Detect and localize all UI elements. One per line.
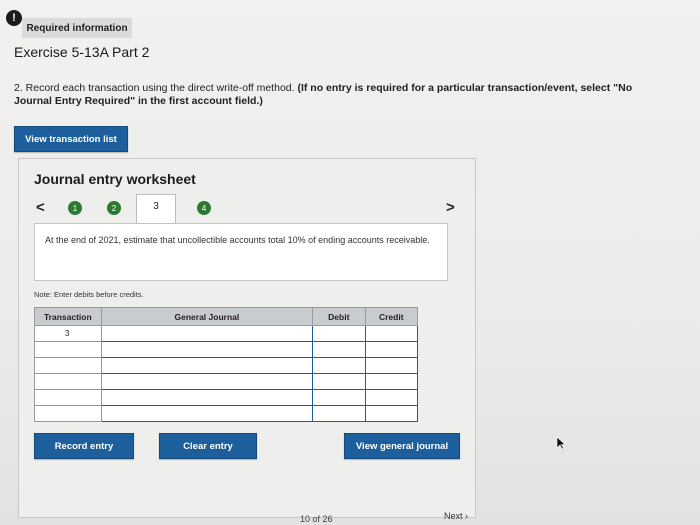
transaction-cell: 3 — [34, 325, 102, 342]
header-general-journal: General Journal — [100, 307, 314, 326]
debit-field[interactable] — [312, 341, 366, 358]
table-row — [34, 405, 418, 422]
table-row — [34, 341, 418, 358]
debit-field[interactable] — [312, 357, 366, 374]
next-button[interactable]: Next › — [444, 511, 468, 521]
transaction-description: At the end of 2021, estimate that uncoll… — [34, 223, 448, 281]
account-field[interactable] — [100, 357, 314, 374]
transaction-cell — [34, 341, 102, 358]
debit-field[interactable] — [312, 325, 366, 342]
account-field[interactable] — [100, 373, 314, 390]
header-debit: Debit — [312, 307, 366, 326]
credit-field[interactable] — [364, 373, 418, 390]
account-field[interactable] — [100, 341, 314, 358]
header-credit: Credit — [364, 307, 418, 326]
step-2-button[interactable]: 2 — [107, 201, 121, 215]
page-indicator: 10 of 26 — [300, 514, 333, 524]
required-information-tab[interactable]: Required information — [22, 18, 132, 38]
worksheet-title: Journal entry worksheet — [34, 171, 196, 187]
header-transaction: Transaction — [34, 307, 102, 326]
instructions-text: 2. Record each transaction using the dir… — [14, 82, 654, 108]
transaction-cell — [34, 373, 102, 390]
debit-field[interactable] — [312, 373, 366, 390]
table-row — [34, 373, 418, 390]
transaction-cell — [34, 405, 102, 422]
step-1-button[interactable]: 1 — [68, 201, 82, 215]
record-entry-button[interactable]: Record entry — [34, 433, 134, 459]
chevron-right-icon: › — [465, 511, 469, 521]
transaction-cell — [34, 389, 102, 406]
exercise-title: Exercise 5-13A Part 2 — [14, 44, 150, 60]
table-row — [34, 389, 418, 406]
table-row: 3 — [34, 325, 418, 342]
table-row — [34, 357, 418, 374]
view-general-journal-button[interactable]: View general journal — [344, 433, 460, 459]
debit-credit-note: Note: Enter debits before credits. — [34, 290, 144, 299]
account-field[interactable] — [100, 405, 314, 422]
credit-field[interactable] — [364, 325, 418, 342]
debit-field[interactable] — [312, 389, 366, 406]
credit-field[interactable] — [364, 341, 418, 358]
account-field[interactable] — [100, 325, 314, 342]
account-field[interactable] — [100, 389, 314, 406]
view-transaction-list-button[interactable]: View transaction list — [14, 126, 128, 152]
debit-field[interactable] — [312, 405, 366, 422]
journal-entry-table: Transaction General Journal Debit Credit… — [34, 307, 418, 422]
clear-entry-button[interactable]: Clear entry — [159, 433, 257, 459]
next-label: Next — [444, 511, 463, 521]
next-arrow-icon[interactable]: > — [446, 199, 455, 216]
step-3-tab-active[interactable]: 3 — [136, 194, 176, 224]
credit-field[interactable] — [364, 389, 418, 406]
prev-arrow-icon[interactable]: < — [36, 199, 45, 216]
alert-icon: ! — [6, 10, 22, 26]
transaction-cell — [34, 357, 102, 374]
mouse-cursor-icon — [556, 436, 566, 455]
credit-field[interactable] — [364, 357, 418, 374]
instructions-plain: 2. Record each transaction using the dir… — [14, 82, 295, 94]
credit-field[interactable] — [364, 405, 418, 422]
step-4-button[interactable]: 4 — [197, 201, 211, 215]
